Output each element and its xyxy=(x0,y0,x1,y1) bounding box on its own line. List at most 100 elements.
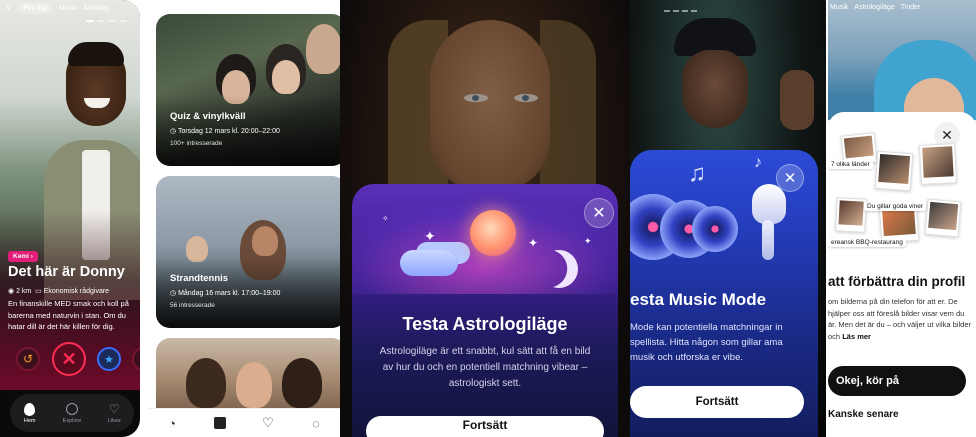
heart-icon[interactable]: ♡ xyxy=(260,415,276,431)
photo-pager xyxy=(664,10,697,12)
event-date-text: Torsdag 12 mars kl. 20:00–22:00 xyxy=(177,128,280,135)
star-icon: ★ xyxy=(104,353,114,366)
like-button[interactable] xyxy=(132,347,140,371)
job-text: Ekonomisk rådgivare xyxy=(43,288,110,295)
photo-person xyxy=(186,358,226,408)
photo-selector-screen: Musik Astrologiläge Tinder ✕ 7 olika län… xyxy=(828,0,976,437)
event-card[interactable]: Quiz & vinylkväll ◷ Torsdag 12 mars kl. … xyxy=(156,14,340,166)
swipe-actions: ↺ ✕ ★ xyxy=(0,342,140,378)
photo-person xyxy=(282,358,322,408)
photo-thumbnail xyxy=(924,198,962,238)
close-icon: ✕ xyxy=(783,170,797,187)
profile-meta: ◉ 2 km ▭ Ekonomisk rådgivare xyxy=(8,287,109,295)
astrology-screen: ✦ ✦ ✦ ✧ ✕ Testa Astrologiläge Astrologil… xyxy=(340,0,630,437)
close-button[interactable]: ✕ xyxy=(584,198,614,228)
photo-face xyxy=(682,50,748,128)
bottom-nav: ◔ ♡ ◌ xyxy=(148,408,340,437)
photo-thumbnail xyxy=(835,197,867,233)
profile-name: Det här är Donny xyxy=(8,264,125,280)
photo-thumbnail xyxy=(874,150,914,192)
briefcase-icon: ▭ xyxy=(35,288,42,295)
close-icon: ✕ xyxy=(61,348,77,369)
tab-astrology[interactable]: Astrolog xyxy=(83,5,109,12)
photo-face xyxy=(272,60,300,94)
sparkle-icon: ✦ xyxy=(424,228,436,244)
sparkle-icon: ✦ xyxy=(528,236,539,250)
sheet-title: att förbättra din profil xyxy=(828,274,966,289)
distance-text: 2 km xyxy=(16,288,32,295)
confirm-button[interactable]: Okej, kör på xyxy=(828,366,966,396)
astrology-modal: ✦ ✦ ✦ ✧ ✕ Testa Astrologiläge Astrologil… xyxy=(352,184,618,437)
photo-face xyxy=(252,226,278,256)
tab-music[interactable]: Musik xyxy=(59,5,77,12)
music-mode-screen: ♫ ♪ ✕ esta Music Mode Mode kan potentiel… xyxy=(630,0,826,437)
compass-icon xyxy=(65,403,78,415)
continue-button[interactable]: Fortsätt xyxy=(366,416,604,437)
modal-title: esta Music Mode xyxy=(630,290,767,309)
continue-button[interactable]: Fortsätt xyxy=(630,386,804,418)
photo-pager xyxy=(86,20,127,22)
sheet-description: om bilderna på din telefon för att er. D… xyxy=(828,296,974,342)
event-interested: 56 intresserade xyxy=(170,302,215,309)
music-note-icon: ♫ xyxy=(688,160,706,187)
nope-button[interactable]: ✕ xyxy=(52,342,86,376)
tab-astrology[interactable]: Astrologiläge xyxy=(854,4,894,11)
photo-thumbnail xyxy=(918,143,958,185)
clock-icon: ◷ xyxy=(170,128,177,135)
photo-face xyxy=(306,24,340,74)
maybe-later-button[interactable]: Kanske senare xyxy=(828,409,899,420)
cloud-icon xyxy=(400,250,458,276)
heart-icon: ♡ xyxy=(108,402,120,416)
tab-music[interactable]: Musik xyxy=(830,4,848,11)
photo-tag: 7 olika länder xyxy=(828,160,873,169)
photo-hand xyxy=(780,70,814,130)
close-icon: ✕ xyxy=(592,205,606,222)
earbud-icon xyxy=(752,184,786,224)
photo-tag: ereansk BBQ-restaurang xyxy=(828,238,906,247)
tab-tinder[interactable]: Tinder xyxy=(901,4,921,11)
music-modal: ♫ ♪ ✕ esta Music Mode Mode kan potentiel… xyxy=(630,150,818,437)
music-note-icon: ♪ xyxy=(754,154,762,171)
nav-explore-label: Explore xyxy=(62,417,82,424)
event-card[interactable]: Strandtennis ◷ Måndag 16 mars kl. 17:00–… xyxy=(156,176,340,328)
sparkle-icon: ✦ xyxy=(584,236,592,246)
sparkle-icon: ✧ xyxy=(382,214,389,223)
clock-icon: ◷ xyxy=(170,290,177,297)
modal-title: Testa Astrologiläge xyxy=(402,314,568,334)
modal-description: Astrologiläge är ett snabbt, kul sätt at… xyxy=(379,346,591,389)
flame-icon[interactable]: ◔ xyxy=(164,415,180,431)
tab-for-you[interactable]: För dig xyxy=(17,2,53,14)
filter-icon[interactable]: ⚲ xyxy=(6,4,11,12)
super-like-button[interactable]: ★ xyxy=(97,347,121,371)
nav-home[interactable]: Hem xyxy=(23,402,36,424)
rewind-button[interactable]: ↺ xyxy=(16,347,40,371)
photo-hair xyxy=(68,42,124,66)
event-date: ◷ Måndag 16 mars kl. 17:00–19:00 xyxy=(170,289,280,297)
badge-label: Kemi xyxy=(13,253,29,260)
sun-icon xyxy=(470,210,516,256)
event-title: Quiz & vinylkväll xyxy=(170,111,246,122)
close-icon: ✕ xyxy=(941,126,953,143)
events-screen: Quiz & vinylkväll ◷ Torsdag 12 mars kl. … xyxy=(148,0,340,437)
profile-bio: En finanskille MED smak och koll på bare… xyxy=(8,299,129,331)
event-title: Strandtennis xyxy=(170,273,229,284)
modal-description: Mode kan potentiella matchningar in spel… xyxy=(630,322,783,363)
nav-events[interactable] xyxy=(212,415,228,431)
profile-screen: ⚲ För dig Musik Astrolog Kemi › Det här … xyxy=(0,0,140,437)
rewind-icon: ↺ xyxy=(22,352,34,366)
bottom-nav: Hem Explore ♡ Likes xyxy=(10,394,134,432)
mode-tabs: Musik Astrologiläge Tinder xyxy=(828,0,976,14)
flame-icon xyxy=(24,402,36,416)
vinyl-icon xyxy=(692,206,738,252)
chemistry-badge[interactable]: Kemi › xyxy=(8,251,38,262)
read-more-link[interactable]: Läs mer xyxy=(842,332,871,341)
nav-likes-label: Likes xyxy=(107,417,121,424)
event-date-text: Måndag 16 mars kl. 17:00–19:00 xyxy=(178,290,281,297)
photo-face xyxy=(236,362,272,408)
chat-icon[interactable]: ◌ xyxy=(308,415,324,431)
close-button[interactable]: ✕ xyxy=(776,164,804,192)
nav-likes[interactable]: ♡ Likes xyxy=(107,402,121,424)
location-icon: ◉ xyxy=(8,288,15,295)
mode-tabs: ⚲ För dig Musik Astrolog xyxy=(0,0,140,16)
nav-explore[interactable]: Explore xyxy=(62,403,82,424)
